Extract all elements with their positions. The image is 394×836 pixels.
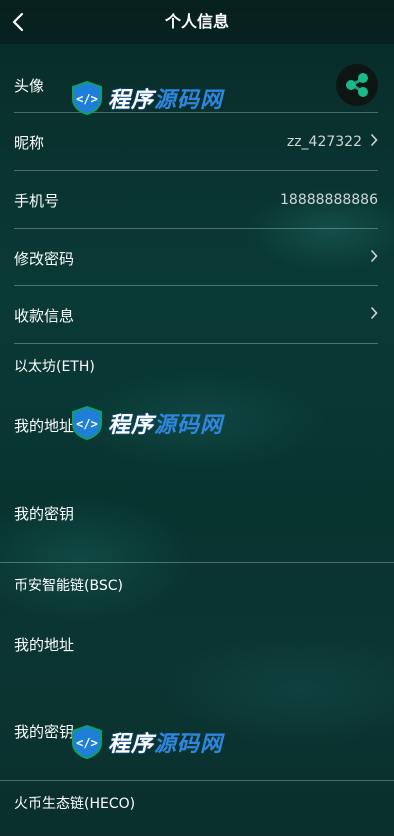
section-title-eth: 以太坊(ETH) xyxy=(14,359,95,375)
divider xyxy=(0,780,394,781)
avatar-label: 头像 xyxy=(14,76,45,95)
avatar[interactable] xyxy=(336,64,378,106)
code-shield-icon: </> xyxy=(72,724,102,760)
change-password-label: 修改密码 xyxy=(14,249,75,268)
divider xyxy=(14,228,378,229)
watermark-logo: </> 程序源码网 xyxy=(70,405,223,441)
share-nodes-icon xyxy=(346,73,368,97)
chevron-right-icon xyxy=(370,133,378,151)
divider xyxy=(14,343,378,344)
chevron-right-icon xyxy=(370,306,378,324)
header-bar: 个人信息 xyxy=(0,0,394,44)
address-label: 我的地址 xyxy=(14,635,75,654)
watermark-logo: </> 程序源码网 xyxy=(70,724,223,760)
svg-text:</>: </> xyxy=(76,92,98,106)
eth-key-row[interactable]: 我的密钥 xyxy=(0,498,394,528)
key-label: 我的密钥 xyxy=(14,504,75,523)
section-title-bsc: 币安智能链(BSC) xyxy=(14,578,123,594)
section-title-heco: 火币生态链(HECO) xyxy=(14,796,136,812)
divider xyxy=(14,170,378,171)
nickname-value: zz_427322 xyxy=(286,134,362,150)
watermark-logo: </> 程序源码网 xyxy=(70,80,223,116)
page-title: 个人信息 xyxy=(164,12,229,31)
change-password-row[interactable]: 修改密码 xyxy=(0,230,394,286)
divider xyxy=(0,562,394,563)
divider xyxy=(14,285,378,286)
phone-row: 手机号 18888888886 xyxy=(0,172,394,228)
svg-text:</>: </> xyxy=(76,417,98,431)
chevron-right-icon xyxy=(370,249,378,267)
code-shield-icon: </> xyxy=(72,80,102,116)
code-shield-icon: </> xyxy=(72,405,102,441)
phone-value: 18888888886 xyxy=(280,192,378,208)
nickname-row[interactable]: 昵称 zz_427322 xyxy=(0,114,394,170)
payment-info-label: 收款信息 xyxy=(14,306,75,325)
nickname-label: 昵称 xyxy=(14,133,45,152)
payment-info-row[interactable]: 收款信息 xyxy=(0,287,394,343)
key-label: 我的密钥 xyxy=(14,722,75,741)
phone-label: 手机号 xyxy=(14,191,60,210)
svg-text:</>: </> xyxy=(76,736,98,750)
bsc-address-row[interactable]: 我的地址 xyxy=(0,629,394,659)
address-label: 我的地址 xyxy=(14,416,75,435)
